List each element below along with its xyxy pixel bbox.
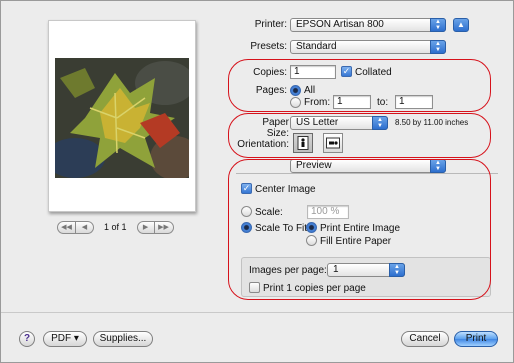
preview-image [55,58,189,178]
print-dialog: ◀◀ ◀ 1 of 1 ▶ ▶▶ Printer: EPSON Artisan … [0,0,514,363]
presets-popup[interactable]: Standard ▲ ▼ [290,40,446,54]
page-navigator: ◀◀ ◀ 1 of 1 ▶ ▶▶ [57,220,174,234]
pager-forward-group: ▶ ▶▶ [136,220,174,234]
last-page-button[interactable]: ▶▶ [154,220,174,234]
pager-back-group: ◀◀ ◀ [57,220,94,234]
presets-label: Presets: [250,41,287,52]
page-count-label: 1 of 1 [104,222,127,232]
help-button[interactable]: ? [19,331,35,347]
print-button[interactable]: Print [454,331,498,347]
footer-divider [1,312,513,313]
first-page-button[interactable]: ◀◀ [57,220,76,234]
supplies-button[interactable]: Supplies... [93,331,153,347]
preview-options-highlight [228,159,491,300]
pdf-button[interactable]: PDF ▾ [43,331,87,347]
printer-popup[interactable]: EPSON Artisan 800 ▲ ▼ [290,18,446,32]
printer-value: EPSON Artisan 800 [296,19,384,30]
print-preview-page [48,20,196,212]
next-page-button[interactable]: ▶ [136,220,155,234]
presets-value: Standard [296,41,337,52]
cancel-button[interactable]: Cancel [401,331,449,347]
previous-page-button[interactable]: ◀ [76,220,94,234]
paper-orientation-highlight [228,113,491,158]
popup-arrows-icon: ▲ ▼ [430,40,446,54]
printer-label: Printer: [254,19,287,30]
copies-pages-highlight [228,59,491,112]
popup-arrows-icon: ▲ ▼ [430,18,446,32]
disclosure-button[interactable]: ▲ [453,18,469,32]
